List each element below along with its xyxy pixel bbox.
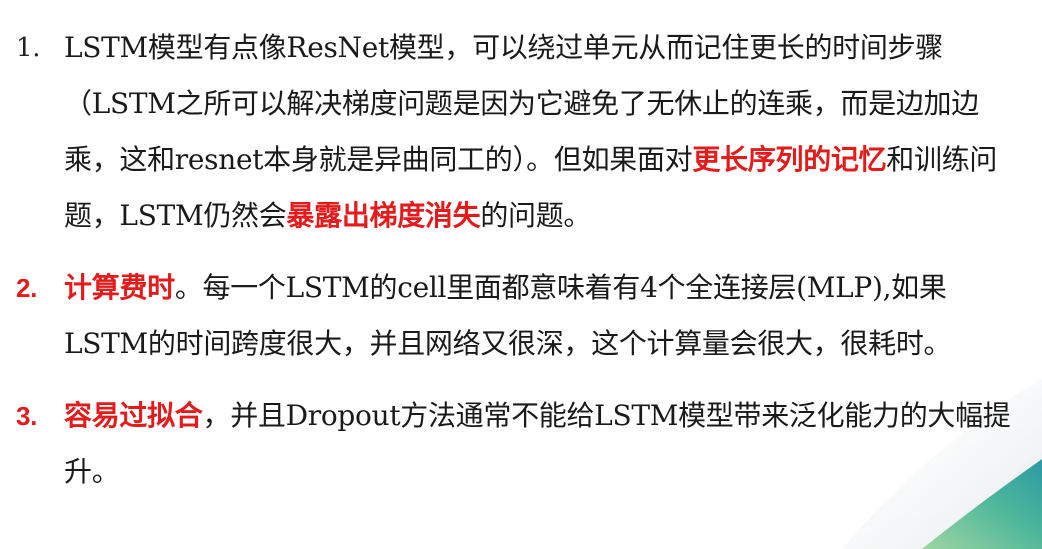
list-item: 2. 计算费时。每一个LSTM的cell里面都意味着有4个全连接层(MLP),如… — [16, 260, 1021, 372]
highlight-text: 暴露出梯度消失 — [286, 199, 481, 232]
highlight-text: 计算费时 — [64, 271, 175, 304]
slide: 1. LSTM模型有点像ResNet模型，可以绕过单元从而记住更长的时间步骤（L… — [0, 0, 1042, 549]
item-text: 。每一个LSTM的cell里面都意味着有4个全连接层(MLP),如果LSTM的时… — [64, 271, 952, 360]
item-number: 2. — [16, 273, 38, 303]
list-item: 3. 容易过拟合，并且Dropout方法通常不能给LSTM模型带来泛化能力的大幅… — [16, 388, 1021, 500]
item-text: ，并且Dropout方法通常不能给LSTM模型带来泛化能力的大幅提升。 — [64, 399, 1011, 488]
bullet-list: 1. LSTM模型有点像ResNet模型，可以绕过单元从而记住更长的时间步骤（L… — [16, 20, 1021, 500]
list-item: 1. LSTM模型有点像ResNet模型，可以绕过单元从而记住更长的时间步骤（L… — [16, 20, 1021, 244]
item-number: 1. — [16, 33, 41, 63]
item-text: 的问题。 — [480, 199, 592, 232]
item-number: 3. — [16, 401, 38, 431]
highlight-text: 容易过拟合 — [64, 399, 203, 432]
highlight-text: 更长序列的记忆 — [692, 143, 887, 176]
